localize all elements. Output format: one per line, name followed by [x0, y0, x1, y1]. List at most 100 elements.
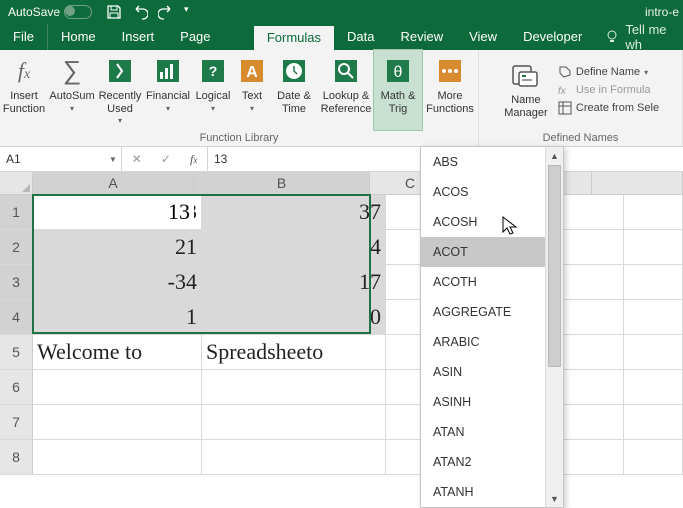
- financial-icon: [153, 56, 183, 86]
- cell-A4[interactable]: 1: [33, 300, 202, 334]
- cell-A8[interactable]: [33, 440, 202, 474]
- column-headers: A B C D: [0, 172, 683, 195]
- more-functions-button[interactable]: More Functions: [422, 50, 478, 130]
- row-header-1[interactable]: 1: [0, 195, 33, 229]
- cell-empty[interactable]: [624, 335, 683, 369]
- scroll-up-icon[interactable]: ▲: [546, 147, 563, 164]
- save-icon[interactable]: [106, 4, 122, 20]
- define-name-button[interactable]: Define Name ▾: [558, 65, 659, 79]
- cell-B5[interactable]: Spreadsheeto: [202, 335, 386, 369]
- cell-empty[interactable]: [624, 405, 683, 439]
- autosum-button[interactable]: ∑ AutoSum ▾: [48, 50, 96, 130]
- dropdown-item-atan[interactable]: ATAN: [421, 417, 563, 447]
- insert-function-button[interactable]: fx Insert Function: [0, 50, 48, 130]
- lookup-icon: [331, 56, 361, 86]
- cell-A2[interactable]: 21: [33, 230, 202, 264]
- formula-controls: ✕ ✓ fx: [122, 147, 208, 171]
- svg-text:A: A: [246, 64, 258, 81]
- row-header-8[interactable]: 8: [0, 440, 33, 474]
- dropdown-item-asin[interactable]: ASIN: [421, 357, 563, 387]
- dropdown-scrollbar[interactable]: ▲ ▼: [545, 147, 563, 507]
- tab-file[interactable]: File: [0, 24, 48, 50]
- row-header-6[interactable]: 6: [0, 370, 33, 404]
- dropdown-item-atanh[interactable]: ATANH: [421, 477, 563, 507]
- row-header-7[interactable]: 7: [0, 405, 33, 439]
- scroll-thumb[interactable]: [548, 165, 561, 367]
- row-header-5[interactable]: 5: [0, 335, 33, 369]
- dropdown-item-asinh[interactable]: ASINH: [421, 387, 563, 417]
- cell-empty[interactable]: [624, 195, 683, 229]
- autosave-toggle[interactable]: AutoSave: [8, 5, 92, 19]
- cell-B8[interactable]: [202, 440, 386, 474]
- tab-home[interactable]: Home: [48, 24, 109, 50]
- logical-button[interactable]: ? Logical ▾: [192, 50, 234, 130]
- col-header-B[interactable]: B: [194, 172, 370, 194]
- undo-icon[interactable]: [132, 4, 148, 20]
- dropdown-item-abs[interactable]: ABS: [421, 147, 563, 177]
- cell-empty[interactable]: [624, 300, 683, 334]
- tab-view[interactable]: View: [456, 24, 510, 50]
- tell-me-label: Tell me wh: [625, 22, 673, 52]
- col-header-A[interactable]: A: [33, 172, 194, 194]
- cell-A7[interactable]: [33, 405, 202, 439]
- scroll-down-icon[interactable]: ▼: [546, 490, 563, 507]
- chevron-down-icon: ▾: [211, 104, 215, 113]
- cell-B2[interactable]: 4: [202, 230, 386, 264]
- tab-insert[interactable]: Insert: [109, 24, 168, 50]
- recent-icon: [105, 56, 135, 86]
- create-from-selection-button[interactable]: Create from Sele: [558, 101, 659, 115]
- cancel-icon[interactable]: ✕: [132, 152, 142, 166]
- cell-A5[interactable]: Welcome to: [33, 335, 202, 369]
- cell-B6[interactable]: [202, 370, 386, 404]
- redo-icon[interactable]: [158, 4, 174, 20]
- cell-A3[interactable]: -34: [33, 265, 202, 299]
- col-header-E[interactable]: [592, 172, 683, 194]
- dropdown-item-acos[interactable]: ACOS: [421, 177, 563, 207]
- cell-empty[interactable]: [624, 265, 683, 299]
- date-time-button[interactable]: Date & Time: [270, 50, 318, 130]
- lookup-reference-button[interactable]: Lookup & Reference: [318, 50, 374, 130]
- cell-B7[interactable]: [202, 405, 386, 439]
- ribbon-tabs: File Home Insert Page Layout Formulas Da…: [0, 24, 683, 50]
- cell-A6[interactable]: [33, 370, 202, 404]
- chevron-down-icon: ▾: [644, 68, 648, 77]
- dropdown-item-atan2[interactable]: ATAN2: [421, 447, 563, 477]
- enter-icon[interactable]: ✓: [161, 152, 171, 166]
- text-button[interactable]: A Text ▾: [234, 50, 270, 130]
- qat-dropdown-icon[interactable]: ▾: [184, 4, 194, 20]
- dropdown-item-acot[interactable]: ACOT: [421, 237, 563, 267]
- name-box[interactable]: A1 ▼: [0, 147, 122, 171]
- row-header-2[interactable]: 2: [0, 230, 33, 264]
- tab-developer[interactable]: Developer: [510, 24, 595, 50]
- chevron-down-icon[interactable]: ▼: [105, 155, 121, 164]
- dropdown-item-arabic[interactable]: ARABIC: [421, 327, 563, 357]
- tab-review[interactable]: Review: [387, 24, 456, 50]
- cell-B4[interactable]: 0: [202, 300, 386, 334]
- cell-B3[interactable]: 17: [202, 265, 386, 299]
- use-in-formula-button[interactable]: fxUse in Formula: [558, 83, 659, 97]
- recently-used-button[interactable]: Recently Used ▾: [96, 50, 144, 130]
- financial-button[interactable]: Financial ▾: [144, 50, 192, 130]
- dropdown-item-acosh[interactable]: ACOSH: [421, 207, 563, 237]
- tell-me-search[interactable]: Tell me wh: [595, 24, 683, 50]
- cell-empty[interactable]: [624, 440, 683, 474]
- theta-icon: θ: [383, 56, 413, 86]
- math-trig-label: Math & Trig: [381, 90, 416, 115]
- select-all-corner[interactable]: [0, 172, 33, 194]
- cell-empty[interactable]: [624, 230, 683, 264]
- tab-page-layout[interactable]: Page Layout: [167, 24, 254, 50]
- fx-icon[interactable]: fx: [190, 152, 197, 167]
- cell-A1[interactable]: 13: [33, 195, 202, 229]
- dropdown-item-aggregate[interactable]: AGGREGATE: [421, 297, 563, 327]
- dropdown-item-acoth[interactable]: ACOTH: [421, 267, 563, 297]
- name-manager-button[interactable]: Name Manager: [502, 54, 550, 126]
- math-trig-button[interactable]: θ Math & Trig: [374, 50, 422, 130]
- row-header-4[interactable]: 4: [0, 300, 33, 334]
- tab-formulas[interactable]: Formulas: [254, 24, 334, 50]
- cell-empty[interactable]: [624, 370, 683, 404]
- cell-B1[interactable]: 37: [202, 195, 386, 229]
- chevron-down-icon: ▾: [166, 104, 170, 113]
- logical-icon: ?: [198, 56, 228, 86]
- row-header-3[interactable]: 3: [0, 265, 33, 299]
- tab-data[interactable]: Data: [334, 24, 387, 50]
